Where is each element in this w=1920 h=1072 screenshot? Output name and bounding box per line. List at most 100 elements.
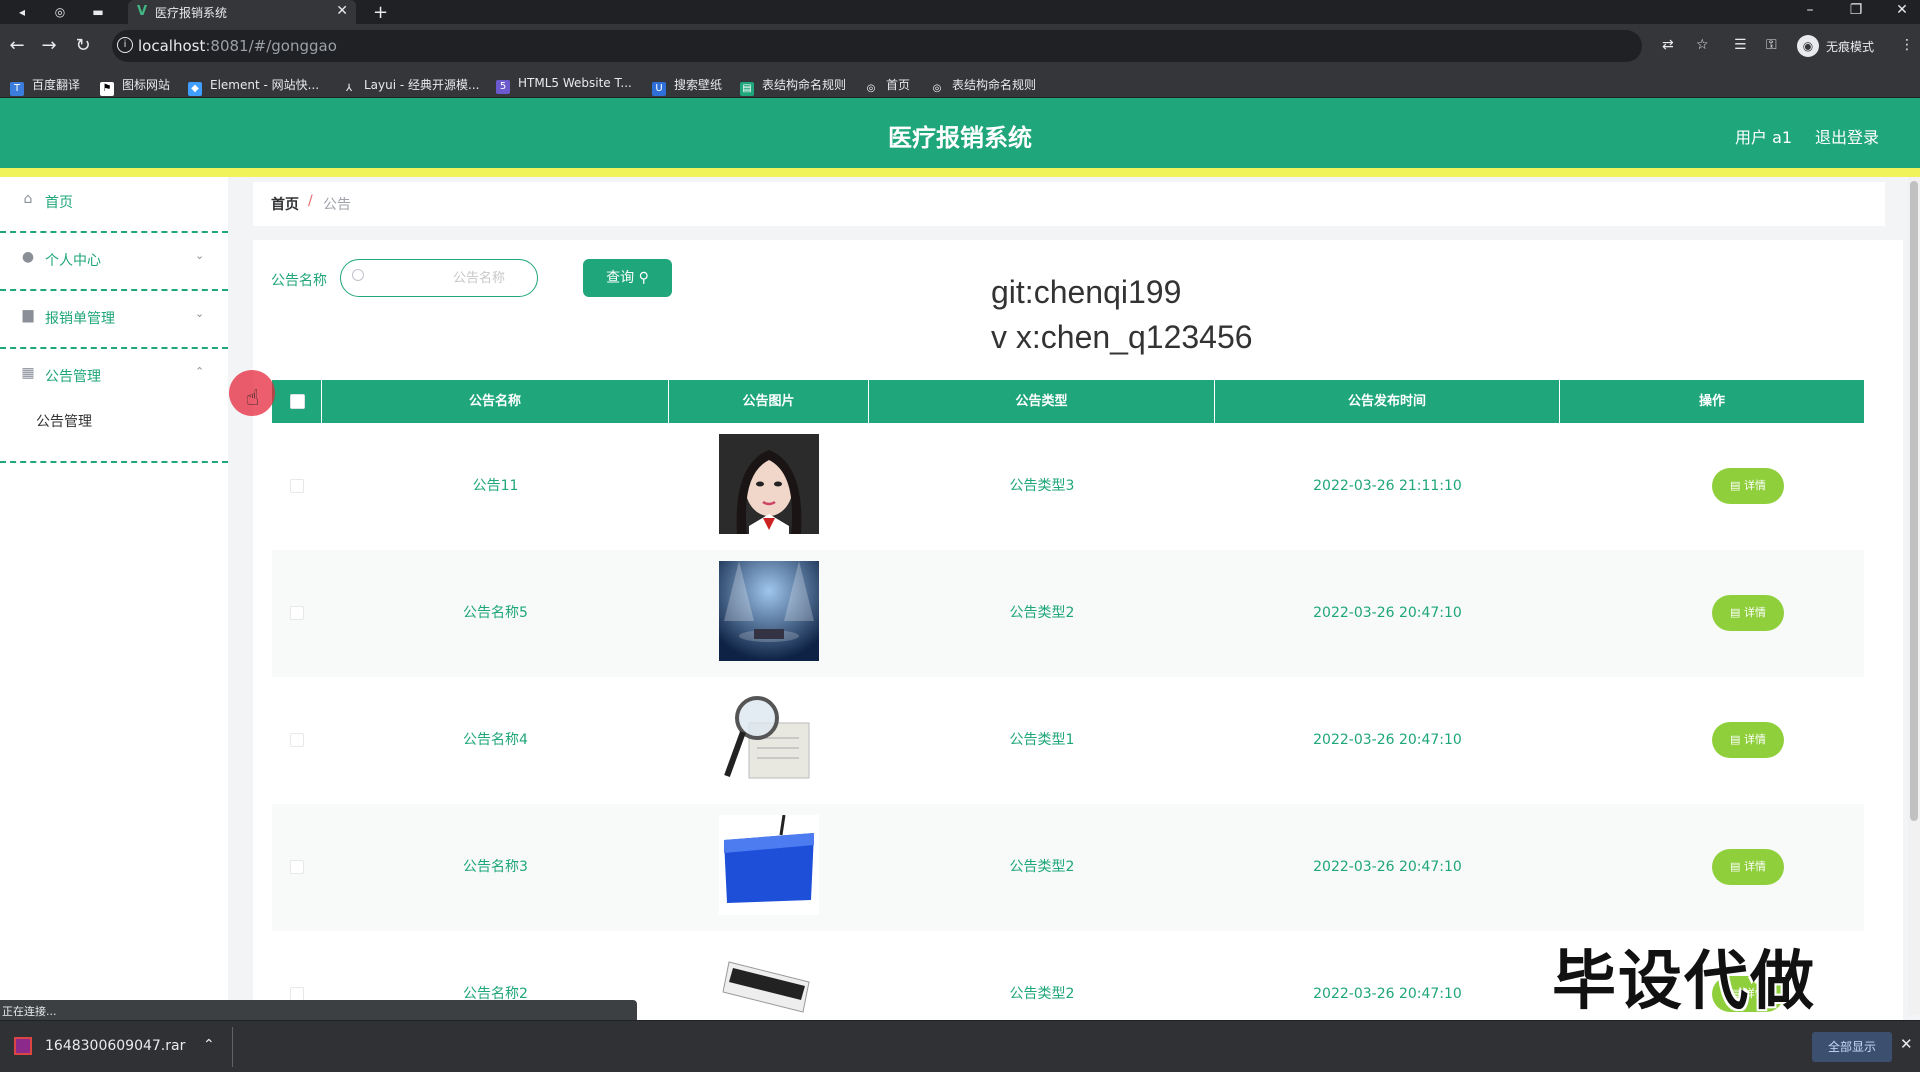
new-tab-icon[interactable]: + bbox=[373, 2, 388, 23]
column-header: 操作 bbox=[1698, 394, 1725, 409]
scrollbar[interactable] bbox=[1908, 177, 1920, 1015]
sidebar-item-notice[interactable]: ▦ 公告管理 ⌃ bbox=[0, 351, 228, 463]
bookmark-item[interactable]: ◎ 表结构命名规则 bbox=[930, 76, 1036, 96]
notice-image[interactable] bbox=[719, 815, 819, 915]
flag-icon: ⚑ bbox=[100, 82, 114, 96]
window-icon[interactable]: ▬ bbox=[90, 4, 106, 20]
bookmark-item[interactable]: T 百度翻译 bbox=[10, 76, 80, 96]
reload-icon[interactable]: ↻ bbox=[72, 35, 94, 56]
globe-icon: ◎ bbox=[864, 82, 878, 96]
column-header: 公告发布时间 bbox=[1215, 380, 1560, 423]
bookmark-item[interactable]: ⚑ 图标网站 bbox=[100, 76, 170, 96]
grid-icon: ▦ bbox=[21, 365, 35, 381]
notice-name: 公告名称4 bbox=[463, 732, 528, 748]
row-checkbox[interactable] bbox=[290, 860, 304, 874]
back-icon[interactable]: ← bbox=[6, 35, 28, 56]
bookmark-item[interactable]: U 搜索壁纸 bbox=[652, 76, 722, 96]
bookmark-item[interactable]: 5 HTML5 Website T... bbox=[496, 76, 632, 94]
breadcrumb-current: 公告 bbox=[323, 197, 351, 213]
row-checkbox[interactable] bbox=[290, 479, 304, 493]
row-checkbox[interactable] bbox=[290, 733, 304, 747]
content-card: 公告名称 查询 ⚲ git:chenqi199 v x:chen_q123456… bbox=[253, 240, 1903, 1020]
vue-icon: V bbox=[136, 4, 148, 19]
key-icon[interactable]: ⚿ bbox=[1766, 37, 1777, 53]
submenu-item-notice[interactable]: 公告管理 bbox=[36, 411, 92, 431]
search-box[interactable] bbox=[340, 259, 538, 297]
show-all-button[interactable]: 全部显示 bbox=[1812, 1032, 1892, 1062]
breadcrumb-separator: / bbox=[308, 193, 313, 209]
html5-icon: 5 bbox=[496, 80, 510, 94]
notice-name: 公告名称3 bbox=[463, 859, 528, 875]
menu-dots-icon[interactable]: ⋮ bbox=[1900, 37, 1914, 53]
notice-image[interactable] bbox=[719, 434, 819, 534]
url-text[interactable]: localhost:8081/#/gonggao bbox=[138, 37, 337, 55]
row-checkbox[interactable] bbox=[290, 987, 304, 1001]
doc-icon: ▤ bbox=[740, 82, 754, 96]
row-checkbox[interactable] bbox=[290, 606, 304, 620]
close-icon[interactable]: ✕ bbox=[1900, 1035, 1913, 1053]
close-window-icon[interactable]: ✕ bbox=[1892, 2, 1912, 18]
minimize-icon[interactable]: – bbox=[1800, 2, 1820, 18]
chevron-up-icon[interactable]: ⌃ bbox=[203, 1037, 215, 1053]
bookmark-item[interactable]: ◆ Element - 网站快... bbox=[188, 76, 319, 96]
notice-type: 公告类型2 bbox=[1009, 605, 1075, 621]
notice-name: 公告11 bbox=[472, 478, 519, 494]
sidebar-item-label: 报销单管理 bbox=[45, 311, 115, 327]
star-icon[interactable]: ☆ bbox=[1696, 37, 1709, 53]
speaker-icon[interactable]: ◂ bbox=[14, 4, 30, 20]
archive-icon bbox=[14, 1037, 32, 1055]
bookmark-item[interactable]: ▤ 表结构命名规则 bbox=[740, 76, 846, 96]
search-input[interactable] bbox=[369, 268, 529, 288]
user-label: 用户 a1 bbox=[1735, 128, 1793, 147]
divider bbox=[232, 1027, 233, 1067]
bookmark-item[interactable]: ◎ 首页 bbox=[864, 76, 910, 96]
app-title: 医疗报销系统 bbox=[888, 124, 1032, 152]
sidebar-item-reimbursement[interactable]: ▆ 报销单管理 ⌄ bbox=[0, 293, 228, 349]
chevron-down-icon: ⌄ bbox=[195, 249, 205, 262]
globe-icon[interactable]: ◎ bbox=[52, 4, 68, 20]
reading-list-icon[interactable]: ☰ bbox=[1734, 37, 1747, 53]
forward-icon[interactable]: → bbox=[38, 35, 60, 56]
detail-button[interactable]: ▤ 详情 bbox=[1712, 722, 1784, 758]
table-row: 公告11 公告类型3 2022-03-26 21:11:10 ▤ 详情 bbox=[272, 423, 1864, 550]
info-icon[interactable]: i bbox=[117, 37, 133, 53]
column-header: 公告图片 bbox=[669, 380, 869, 423]
element-icon: ◆ bbox=[188, 82, 202, 96]
incognito-icon[interactable]: ◉ bbox=[1797, 35, 1819, 57]
sidebar: ⌂ 首页 ● 个人中心 ⌄ ▆ 报销单管理 ⌄ ▦ 公告管理 ⌃ 公告管理 bbox=[0, 177, 228, 1015]
address-bar: ← → ↻ i localhost:8081/#/gonggao ⇄ ☆ ☰ ⚿… bbox=[0, 24, 1920, 68]
url-field[interactable]: i localhost:8081/#/gonggao bbox=[112, 30, 1642, 62]
breadcrumb-home[interactable]: 首页 bbox=[271, 194, 299, 214]
active-tab[interactable]: V 医疗报销系统 ✕ bbox=[128, 0, 356, 24]
sidebar-item-personal-center[interactable]: ● 个人中心 ⌄ bbox=[0, 235, 228, 291]
translate-icon[interactable]: ⇄ bbox=[1662, 37, 1674, 53]
doc-icon: ▤ bbox=[1730, 860, 1741, 873]
select-all-checkbox[interactable] bbox=[290, 394, 305, 409]
profile-label[interactable]: 无痕模式 bbox=[1826, 38, 1874, 55]
chevron-up-icon: ⌃ bbox=[195, 365, 205, 378]
tab-title: 医疗报销系统 bbox=[155, 6, 228, 20]
notice-image[interactable] bbox=[719, 942, 819, 1018]
download-filename[interactable]: 1648300609047.rar bbox=[45, 1038, 185, 1054]
notice-name: 公告名称5 bbox=[463, 605, 528, 621]
app-header: 医疗报销系统 用户 a1 退出登录 bbox=[0, 98, 1920, 168]
detail-button[interactable]: ▤ 详情 bbox=[1712, 468, 1784, 504]
logout-link[interactable]: 退出登录 bbox=[1815, 124, 1879, 148]
table-row: 公告名称5 公告类型2 2022-03-26 20:47:10 ▤ 详情 bbox=[272, 550, 1864, 677]
notice-type: 公告类型1 bbox=[1009, 732, 1075, 748]
notice-type: 公告类型3 bbox=[1009, 478, 1075, 494]
detail-button[interactable]: ▤ 详情 bbox=[1712, 849, 1784, 885]
restore-icon[interactable]: ❐ bbox=[1846, 2, 1866, 18]
notice-time: 2022-03-26 20:47:10 bbox=[1313, 859, 1462, 875]
sidebar-item-home[interactable]: ⌂ 首页 bbox=[0, 177, 228, 233]
download-bar: 1648300609047.rar ⌃ 全部显示 ✕ bbox=[0, 1020, 1920, 1072]
notice-image[interactable] bbox=[719, 688, 819, 788]
notice-image[interactable] bbox=[719, 561, 819, 661]
query-button[interactable]: 查询 ⚲ bbox=[583, 259, 672, 297]
globe-icon: ◎ bbox=[930, 82, 944, 96]
scrollbar-thumb[interactable] bbox=[1910, 181, 1918, 821]
detail-button[interactable]: ▤ 详情 bbox=[1712, 595, 1784, 631]
bookmark-item[interactable]: ⅄ Layui - 经典开源模... bbox=[342, 76, 479, 96]
column-header: 公告名称 bbox=[322, 380, 669, 423]
close-icon[interactable]: ✕ bbox=[336, 3, 348, 19]
